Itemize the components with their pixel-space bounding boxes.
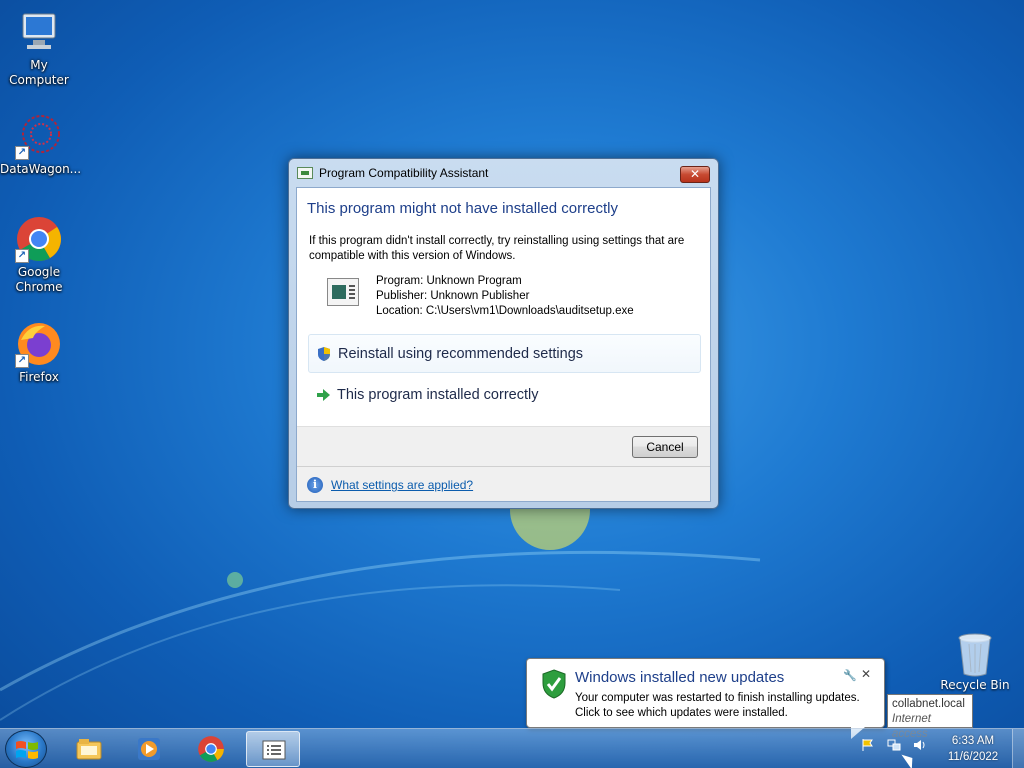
cancel-button[interactable]: Cancel [632, 436, 698, 458]
dialog-heading: This program might not have installed co… [307, 200, 618, 217]
settings-applied-link[interactable]: What settings are applied? [331, 478, 473, 492]
security-shield-icon [542, 669, 566, 699]
program-icon [327, 278, 359, 306]
program-info: Program: Unknown Program Publisher: Unkn… [376, 274, 634, 319]
show-desktop-button[interactable] [1012, 729, 1024, 768]
desktop-icon-firefox[interactable]: ↗ Firefox [0, 320, 78, 385]
computer-icon [15, 8, 63, 56]
dialog-description: If this program didn't install correctly… [309, 235, 685, 262]
program-location: Location: C:\Users\vm1\Downloads\auditse… [376, 305, 634, 317]
network-name: collabnet.local [892, 698, 965, 710]
taskbar-chrome-button[interactable] [184, 731, 238, 767]
network-tooltip: collabnet.local Internet access [887, 694, 973, 740]
taskbar: 6:33 AM 11/6/2022 [0, 728, 1024, 768]
taskbar-explorer-button[interactable] [62, 731, 116, 767]
desktop-icon-recycle-bin[interactable]: Recycle Bin [940, 630, 1010, 692]
shortcut-arrow-icon: ↗ [15, 146, 29, 160]
media-player-icon [138, 738, 160, 760]
uac-shield-icon [318, 346, 330, 361]
clock[interactable]: 6:33 AM 11/6/2022 [940, 733, 1006, 765]
notification-text: Your computer was restarted to finish in… [575, 691, 860, 721]
notification-close-button[interactable]: ✕ [861, 667, 871, 681]
clock-date: 11/6/2022 [947, 751, 999, 763]
windows-logo-icon [16, 741, 38, 759]
button-bar: Cancel [297, 426, 710, 466]
update-notification[interactable]: Windows installed new updates Your compu… [526, 658, 885, 739]
close-button[interactable]: ✕ [680, 166, 710, 183]
program-name: Program: Unknown Program [376, 275, 522, 287]
shortcut-arrow-icon: ↗ [15, 249, 29, 263]
desktop-icon-label: My Computer [9, 58, 69, 87]
system-tray [860, 737, 928, 753]
compatibility-assistant-icon [297, 167, 313, 179]
desktop-icon-chrome[interactable]: ↗ Google Chrome [0, 215, 78, 295]
start-button[interactable] [5, 730, 47, 768]
info-icon: i [307, 477, 323, 493]
firefox-icon: ↗ [15, 320, 63, 368]
notification-line: Click to see which updates were installe… [575, 707, 788, 719]
explorer-icon [76, 739, 102, 760]
chrome-icon: ↗ [15, 215, 63, 263]
taskbar-compatibility-button[interactable] [246, 731, 300, 767]
recycle-bin-icon [958, 633, 992, 677]
notification-line: Your computer was restarted to finish in… [575, 692, 860, 704]
dialog-titlebar[interactable]: Program Compatibility Assistant [289, 159, 718, 187]
notification-title: Windows installed new updates [575, 669, 785, 686]
green-arrow-icon [317, 388, 330, 401]
clock-time: 6:33 AM [951, 735, 995, 747]
program-publisher: Publisher: Unknown Publisher [376, 290, 530, 302]
desktop-icon-label: Firefox [19, 370, 59, 384]
desktop-icon-datawagon[interactable]: ↗ DataWagon... [0, 112, 82, 177]
desktop-icon-label: Google Chrome [15, 265, 63, 294]
dialog-content: This program might not have installed co… [296, 187, 711, 502]
options-wrench-icon[interactable]: 🔧 [843, 669, 857, 682]
reinstall-option[interactable]: Reinstall using recommended settings [308, 334, 701, 373]
dialog-title: Program Compatibility Assistant [319, 166, 489, 180]
reinstall-option-label: Reinstall using recommended settings [338, 345, 584, 362]
datawagon-icon: ↗ [15, 112, 63, 160]
installed-correctly-option[interactable]: This program installed correctly [308, 375, 701, 414]
taskbar-media-player-button[interactable] [122, 731, 176, 767]
installed-correctly-label: This program installed correctly [337, 386, 539, 403]
action-center-flag-icon[interactable] [860, 737, 876, 753]
network-icon[interactable] [886, 737, 902, 753]
volume-icon[interactable] [912, 737, 928, 753]
compatibility-assistant-icon [262, 740, 286, 760]
compatibility-dialog: Program Compatibility Assistant ✕ This p… [288, 158, 719, 509]
desktop-icon-label: Recycle Bin [940, 678, 1010, 692]
desktop-icon-my-computer[interactable]: My Computer [0, 8, 78, 88]
chrome-icon [198, 736, 224, 762]
desktop-icon-label: DataWagon... [0, 162, 82, 176]
shortcut-arrow-icon: ↗ [15, 354, 29, 368]
help-bar: i What settings are applied? [297, 466, 710, 501]
